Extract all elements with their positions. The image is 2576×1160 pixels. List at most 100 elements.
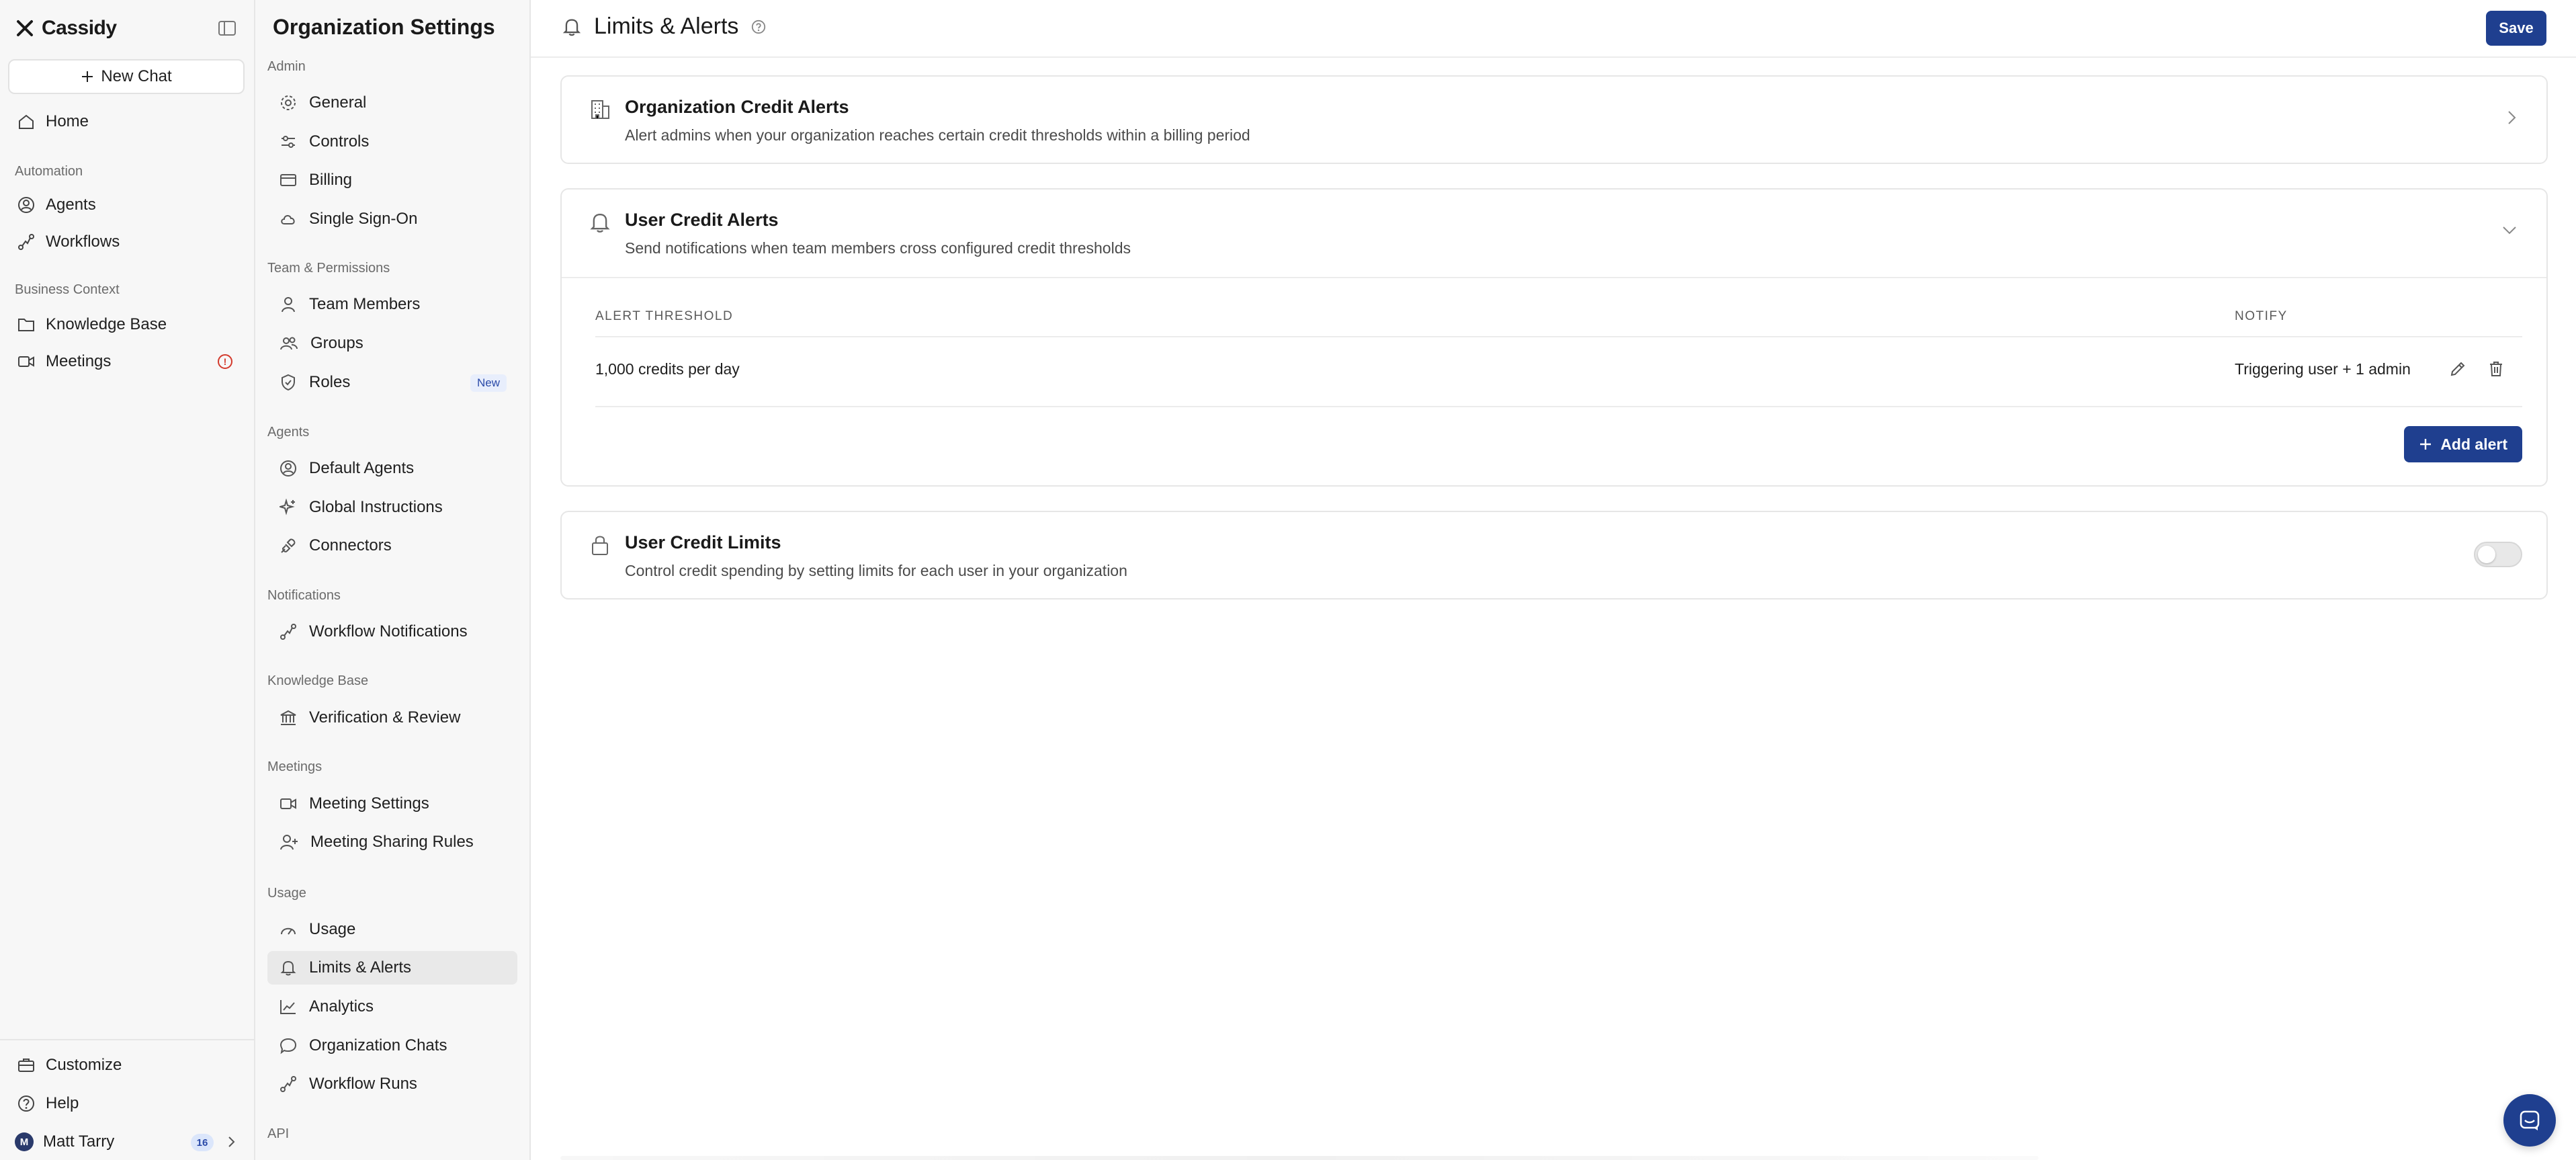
nav-section-automation: Automation	[15, 164, 83, 179]
add-alert-button[interactable]: Add alert	[2404, 426, 2522, 462]
table-header-divider	[595, 336, 2522, 337]
users-icon	[280, 337, 298, 350]
col-alert-threshold: ALERT THRESHOLD	[595, 309, 734, 323]
settings-section-usage: Usage	[267, 886, 306, 901]
delete-alert-button[interactable]	[2485, 358, 2507, 380]
settings-item-groups[interactable]: Groups	[267, 327, 517, 360]
settings-section-admin: Admin	[267, 59, 306, 74]
nav-knowledge-base-label: Knowledge Base	[46, 315, 167, 333]
sliders-icon	[282, 136, 295, 148]
settings-item-limits-alerts[interactable]: Limits & Alerts	[267, 951, 517, 985]
settings-item-org-chats-label: Organization Chats	[309, 1036, 447, 1054]
user-count-badge: 16	[191, 1134, 214, 1151]
pencil-icon	[2450, 362, 2465, 376]
settings-item-usage-label: Usage	[309, 920, 356, 938]
bell-icon	[562, 18, 581, 36]
settings-item-roles[interactable]: Roles New	[267, 366, 517, 399]
settings-item-meeting-sharing[interactable]: Meeting Sharing Rules	[267, 825, 517, 859]
chevron-right-icon	[228, 1136, 235, 1147]
org-credit-alerts-title: Organization Credit Alerts	[625, 97, 849, 117]
credit-card-icon	[280, 174, 296, 186]
user-credit-alerts-header[interactable]: User Credit Alerts Send notifications wh…	[562, 190, 2546, 277]
support-chat-button[interactable]	[2503, 1094, 2556, 1147]
settings-item-workflow-runs[interactable]: Workflow Runs	[267, 1067, 517, 1101]
line-chart-icon	[280, 1000, 296, 1014]
nav-meetings-label: Meetings	[46, 352, 112, 370]
gear-icon	[281, 95, 296, 110]
user-credit-limits-toggle[interactable]	[2474, 542, 2522, 567]
chat-bubble-icon	[280, 1038, 297, 1054]
settings-item-connectors[interactable]: Connectors	[267, 529, 517, 563]
org-credit-alerts-header[interactable]: Organization Credit Alerts Alert admins …	[562, 77, 2546, 161]
shield-icon	[282, 374, 295, 391]
settings-section-notifications: Notifications	[267, 588, 341, 603]
plus-icon	[2420, 439, 2432, 450]
org-credit-alerts-desc: Alert admins when your organization reac…	[625, 126, 1250, 144]
nav-home-label: Home	[46, 112, 89, 130]
table-row-divider	[595, 406, 2522, 407]
left-nav: Cassidy New Chat Home Automation Agents …	[0, 0, 255, 1160]
home-icon	[19, 114, 34, 129]
settings-title: Organization Settings	[273, 15, 495, 39]
folder-icon	[18, 319, 34, 331]
settings-item-general[interactable]: General	[267, 86, 517, 120]
edit-alert-button[interactable]	[2446, 358, 2469, 380]
settings-item-org-chats[interactable]: Organization Chats	[267, 1029, 517, 1063]
nav-agents[interactable]: Agents	[8, 188, 245, 222]
alerts-table: ALERT THRESHOLD NOTIFY 1,000 credits per…	[562, 277, 2546, 485]
help-icon	[18, 1095, 34, 1112]
settings-item-verification-review-label: Verification & Review	[309, 708, 461, 727]
chevron-down-icon	[2503, 226, 2516, 235]
help-icon[interactable]	[750, 19, 767, 35]
settings-item-groups-label: Groups	[310, 334, 363, 352]
nav-workflows[interactable]: Workflows	[8, 225, 245, 259]
sparkles-icon	[280, 499, 295, 515]
save-button[interactable]: Save	[2486, 11, 2546, 46]
settings-item-workflow-notifications[interactable]: Workflow Notifications	[267, 615, 517, 649]
user-credit-limits-header: User Credit Limits Control credit spendi…	[562, 512, 2546, 597]
scroll-shadow	[560, 1156, 2038, 1160]
nav-meetings[interactable]: Meetings !	[8, 345, 245, 378]
video-camera-icon	[18, 356, 34, 367]
workflow-icon	[18, 234, 34, 250]
settings-item-team-members[interactable]: Team Members	[267, 288, 517, 321]
settings-item-meeting-settings[interactable]: Meeting Settings	[267, 787, 517, 821]
settings-item-usage[interactable]: Usage	[267, 913, 517, 946]
nav-customize-label: Customize	[46, 1056, 122, 1074]
settings-item-controls[interactable]: Controls	[267, 125, 517, 159]
new-chat-button[interactable]: New Chat	[8, 59, 245, 94]
settings-item-sso[interactable]: Single Sign-On	[267, 202, 517, 236]
nav-knowledge-base[interactable]: Knowledge Base	[8, 308, 245, 341]
settings-item-billing-label: Billing	[309, 171, 353, 189]
agent-icon	[18, 197, 34, 213]
settings-section-team: Team & Permissions	[267, 261, 390, 276]
settings-item-roles-label: Roles	[309, 373, 351, 391]
chat-icon	[2520, 1110, 2540, 1130]
main-content: Limits & Alerts Save Organization Credit…	[531, 0, 2576, 1160]
user-credit-limits-title: User Credit Limits	[625, 532, 781, 552]
video-camera-icon	[280, 798, 296, 809]
settings-item-analytics-label: Analytics	[309, 997, 374, 1016]
collapse-sidebar-button[interactable]	[216, 17, 238, 39]
user-plus-icon	[280, 835, 298, 850]
settings-item-analytics[interactable]: Analytics	[267, 990, 517, 1024]
agent-icon	[280, 460, 296, 477]
col-notify: NOTIFY	[2235, 309, 2288, 323]
settings-item-default-agents[interactable]: Default Agents	[267, 452, 517, 485]
settings-item-billing[interactable]: Billing	[267, 163, 517, 197]
settings-item-global-instructions[interactable]: Global Instructions	[267, 491, 517, 524]
nav-help[interactable]: Help	[8, 1087, 245, 1120]
meetings-alert-badge: !	[218, 354, 232, 369]
user-menu[interactable]: M Matt Tarry 16	[8, 1125, 245, 1159]
plug-icon	[281, 538, 296, 553]
nav-home[interactable]: Home	[8, 105, 245, 138]
settings-item-limits-alerts-label: Limits & Alerts	[309, 958, 412, 977]
avatar: M	[15, 1132, 34, 1151]
settings-item-verification-review[interactable]: Verification & Review	[267, 701, 517, 735]
user-credit-alerts-card: User Credit Alerts Send notifications wh…	[560, 188, 2548, 487]
brand[interactable]: Cassidy	[15, 15, 117, 42]
nav-agents-label: Agents	[46, 196, 96, 214]
nav-customize[interactable]: Customize	[8, 1048, 245, 1082]
briefcase-icon	[18, 1059, 34, 1072]
gauge-icon	[281, 927, 296, 935]
